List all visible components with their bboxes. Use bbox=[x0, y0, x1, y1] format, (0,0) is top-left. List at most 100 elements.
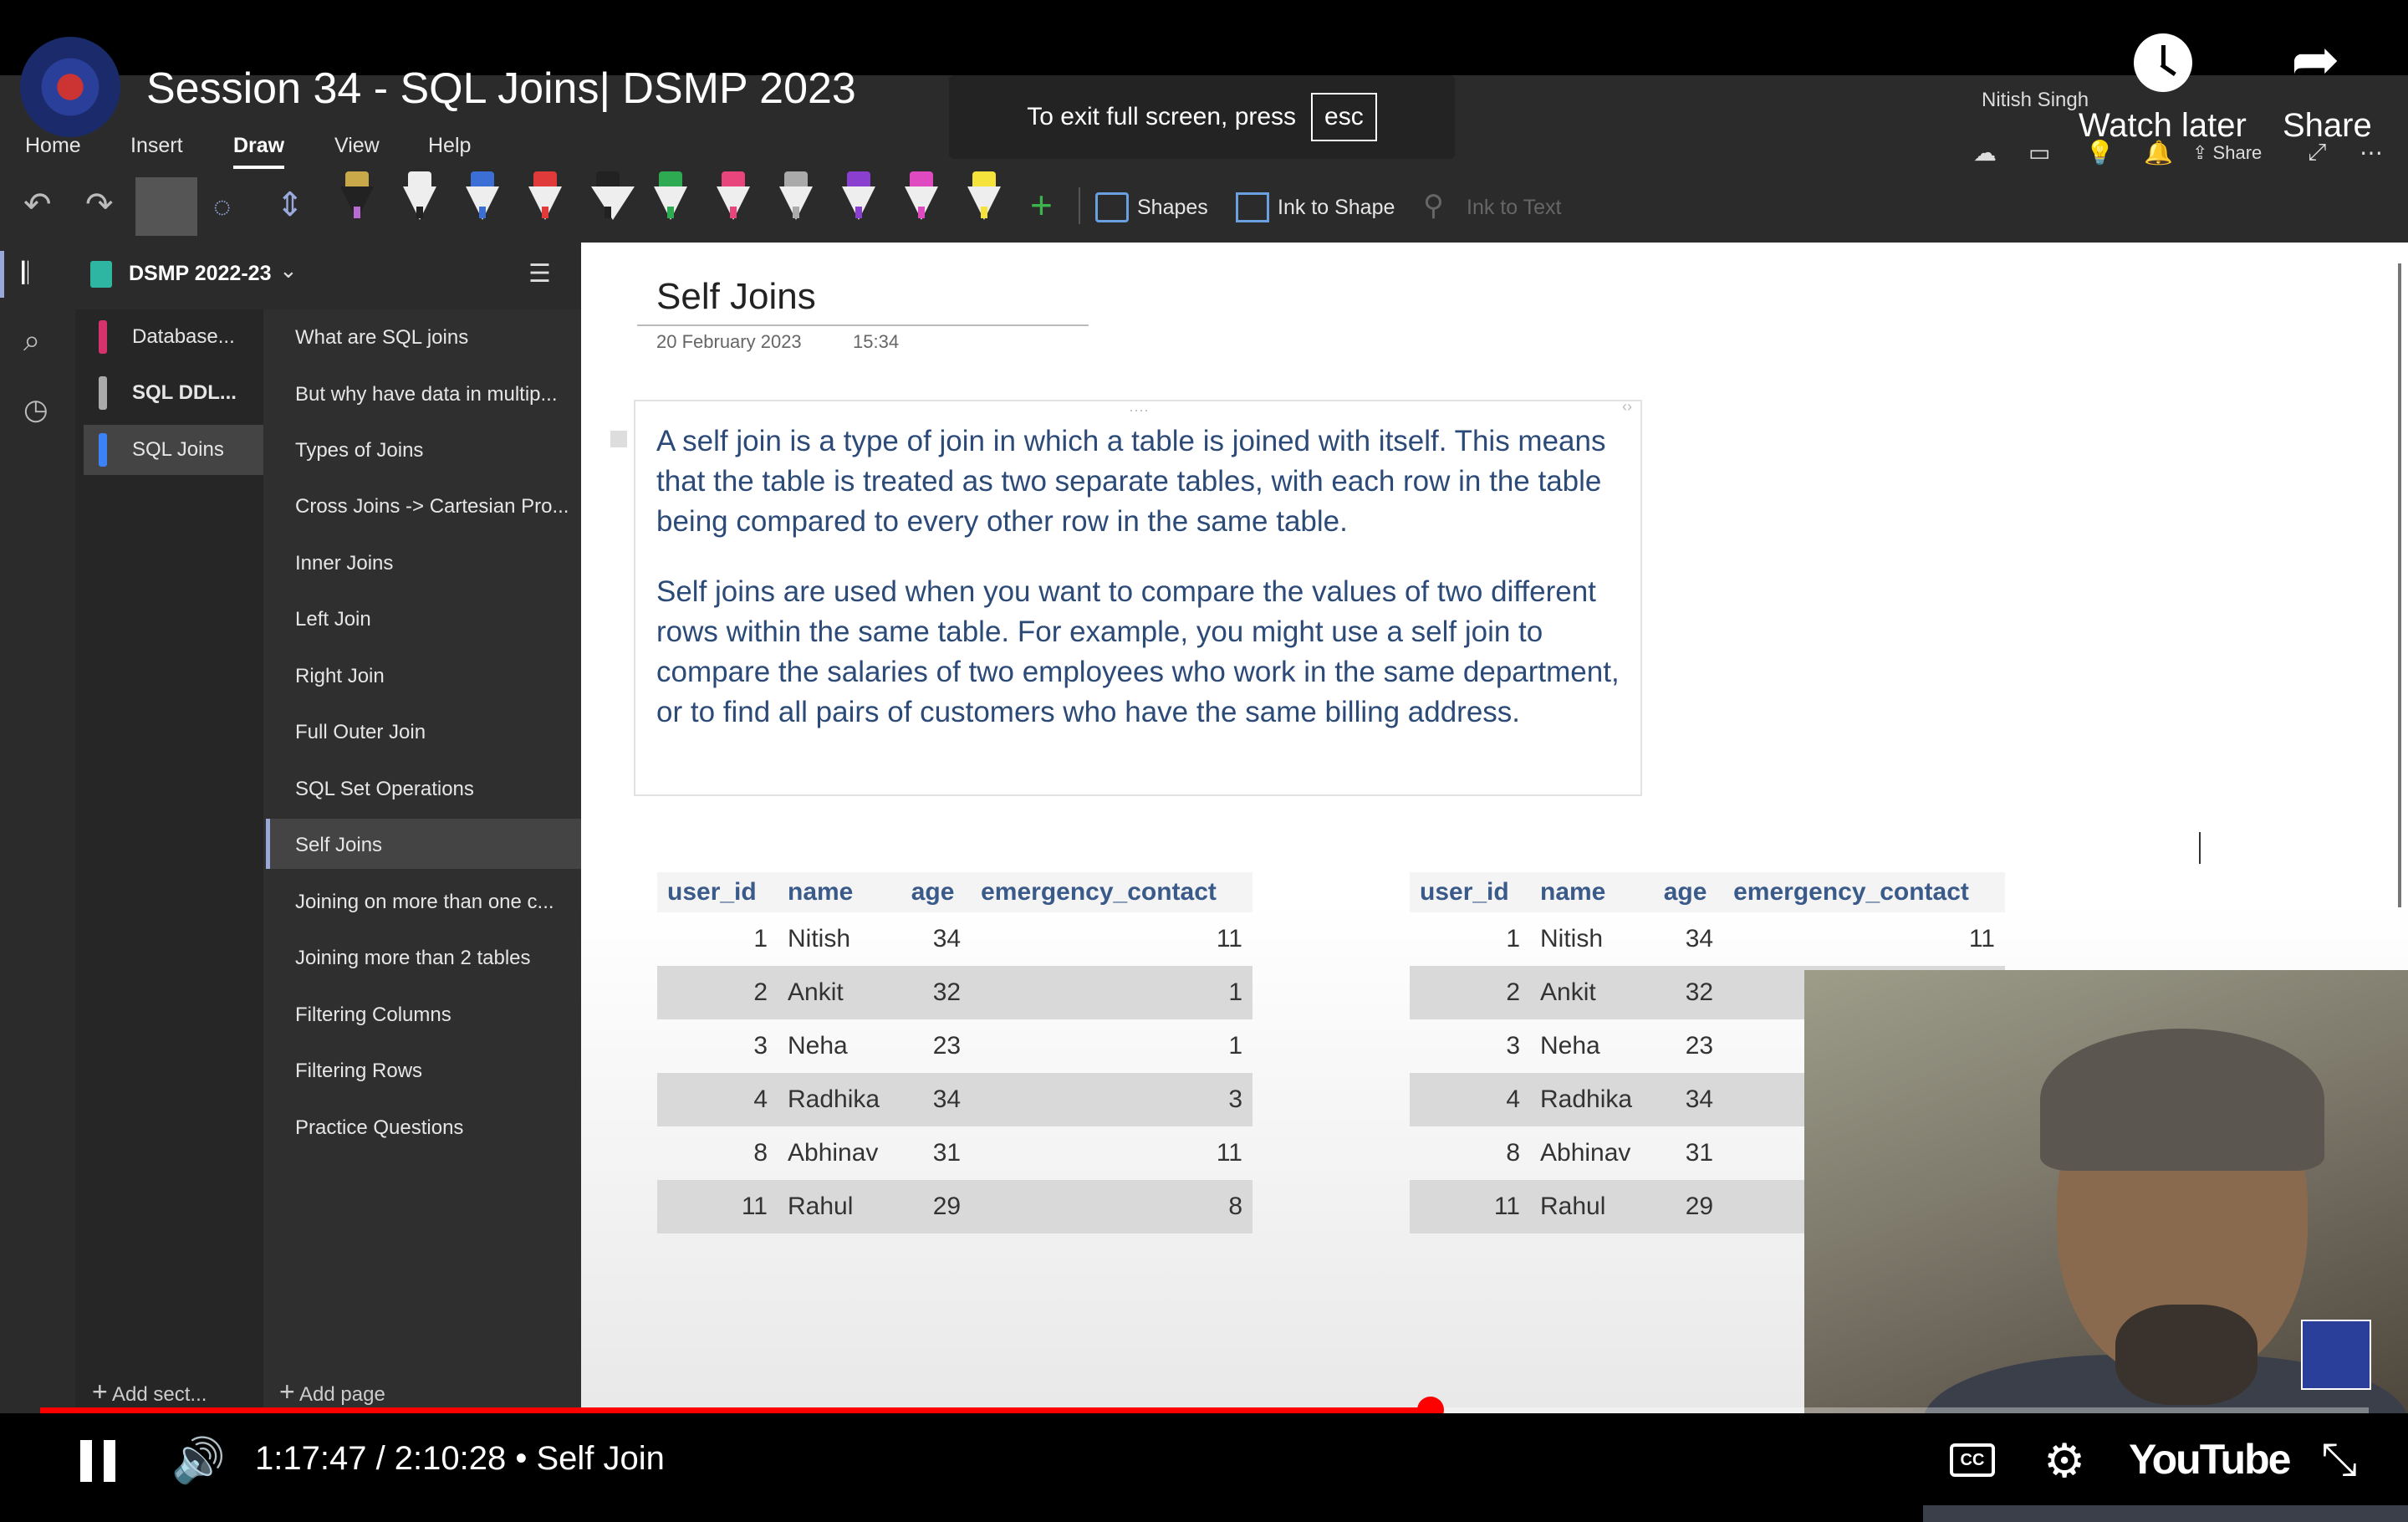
undo-icon[interactable]: ↶ bbox=[23, 186, 52, 224]
table-row: 1 Nitish 34 11 bbox=[657, 912, 1252, 966]
lasso-select-tool[interactable] bbox=[135, 177, 197, 236]
pause-icon[interactable] bbox=[104, 1440, 115, 1482]
pen-tool-1[interactable] bbox=[340, 171, 374, 223]
plus-icon: + bbox=[92, 1376, 108, 1407]
pen-tool-2[interactable] bbox=[403, 171, 436, 223]
pen-tool-3[interactable] bbox=[466, 171, 499, 223]
presenter-hair bbox=[2040, 1029, 2324, 1171]
add-page-button[interactable]: + Add page bbox=[279, 1376, 385, 1407]
lasso-icon[interactable]: ◌ bbox=[213, 189, 231, 224]
sync-icon[interactable]: ☁ bbox=[1973, 139, 1997, 166]
page-item[interactable]: SQL Set Operations bbox=[266, 763, 581, 813]
pen-tool-10[interactable] bbox=[905, 171, 938, 223]
video-title[interactable]: Session 34 - SQL Joins| DSMP 2023 bbox=[146, 64, 856, 114]
channel-avatar[interactable] bbox=[20, 37, 120, 137]
clock-icon[interactable] bbox=[2134, 33, 2192, 92]
page-item[interactable]: Full Outer Join bbox=[266, 706, 581, 756]
table-header-emergency-contact: emergency_contact bbox=[971, 872, 1252, 912]
highlighter-tool[interactable] bbox=[967, 171, 1001, 223]
page-label: But why have data in multip... bbox=[295, 383, 558, 406]
table-row: 4 Radhika 34 3 bbox=[657, 1073, 1252, 1126]
page-label: Practice Questions bbox=[295, 1116, 464, 1139]
pen-tool-5[interactable] bbox=[591, 171, 635, 223]
pen-tool-8[interactable] bbox=[779, 171, 813, 223]
resize-handle[interactable]: ‹› bbox=[1622, 398, 1632, 416]
page-item[interactable]: Types of Joins bbox=[266, 424, 581, 474]
notes-icon[interactable]: ▭ bbox=[2028, 139, 2050, 166]
tab-view[interactable]: View bbox=[334, 134, 380, 158]
tab-home[interactable]: Home bbox=[25, 134, 81, 158]
tab-help[interactable]: Help bbox=[428, 134, 471, 158]
section-label: Database... bbox=[132, 325, 235, 348]
page-item[interactable]: Cross Joins -> Cartesian Pro... bbox=[266, 480, 581, 530]
add-section-button[interactable]: + Add sect... bbox=[92, 1376, 207, 1407]
watch-later-label[interactable]: Watch later bbox=[2079, 107, 2247, 145]
search-icon[interactable]: ⌕ bbox=[23, 323, 40, 359]
channel-watermark[interactable] bbox=[2301, 1320, 2371, 1390]
volume-icon[interactable]: 🔊 bbox=[171, 1435, 226, 1486]
section-item-database[interactable]: Database... bbox=[84, 312, 263, 362]
fullscreen-hint: To exit full screen, press esc bbox=[949, 75, 1455, 159]
add-pen-icon[interactable]: + bbox=[1030, 182, 1053, 227]
pen-tool-7[interactable] bbox=[717, 171, 750, 223]
tab-insert[interactable]: Insert bbox=[130, 134, 183, 158]
page-item[interactable]: Practice Questions bbox=[266, 1101, 581, 1152]
table-header-name: name bbox=[778, 872, 901, 912]
youtube-logo[interactable]: YouTube bbox=[2129, 1435, 2291, 1484]
shapes-button[interactable]: Shapes bbox=[1137, 196, 1208, 220]
redo-icon[interactable]: ↷ bbox=[85, 186, 114, 224]
table-cell: 2 bbox=[657, 966, 778, 1019]
table-cell: 4 bbox=[1410, 1073, 1530, 1126]
page-item[interactable]: Filtering Rows bbox=[266, 1044, 581, 1095]
table-cell: Abhinav bbox=[1540, 1139, 1631, 1167]
page-item[interactable]: What are SQL joins bbox=[266, 311, 581, 361]
table-cell: 34 bbox=[1685, 925, 1714, 953]
pen-tool-9[interactable] bbox=[842, 171, 875, 223]
table-row: 3 Neha 23 1 bbox=[657, 1019, 1252, 1073]
share-button[interactable]: ⇪ Share bbox=[2192, 142, 2262, 164]
captions-icon[interactable]: CC bbox=[1950, 1443, 1995, 1477]
table-cell: 29 bbox=[900, 1180, 972, 1233]
page-item[interactable]: But why have data in multip... bbox=[266, 368, 581, 418]
page-item[interactable]: Left Join bbox=[266, 593, 581, 643]
table-cell: 32 bbox=[900, 966, 972, 1019]
pen-tool-4[interactable] bbox=[528, 171, 562, 223]
page-title[interactable]: Self Joins bbox=[656, 276, 816, 318]
page-item-active[interactable]: Self Joins bbox=[266, 819, 581, 869]
share-label[interactable]: Share bbox=[2283, 107, 2372, 145]
shapes-icon[interactable] bbox=[1095, 192, 1129, 222]
section-item-sql-joins[interactable]: SQL Joins bbox=[84, 425, 263, 475]
page-item[interactable]: Filtering Columns bbox=[266, 988, 581, 1039]
table-cell: 2 bbox=[1410, 966, 1530, 1019]
drag-handle[interactable]: ···· bbox=[1129, 401, 1149, 419]
note-paragraph-2[interactable]: Self joins are used when you want to com… bbox=[656, 572, 1639, 733]
tab-draw[interactable]: Draw bbox=[233, 134, 285, 169]
table-cell: Radhika bbox=[778, 1073, 901, 1126]
page-item[interactable]: Joining more than 2 tables bbox=[266, 932, 581, 982]
ink-to-shape-icon[interactable] bbox=[1236, 192, 1269, 222]
table-cell: 34 bbox=[900, 1073, 972, 1126]
paragraph-handle[interactable] bbox=[610, 431, 627, 447]
ink-to-shape-button[interactable]: Ink to Shape bbox=[1278, 196, 1395, 220]
settings-gear-icon[interactable]: ⚙ bbox=[2043, 1433, 2085, 1489]
chevron-down-icon[interactable]: ⌄ bbox=[279, 258, 298, 283]
page-label: Self Joins bbox=[295, 834, 383, 856]
section-item-sql-ddl[interactable]: SQL DDL... bbox=[84, 368, 263, 418]
page-item[interactable]: Inner Joins bbox=[266, 537, 581, 587]
users-table-left[interactable]: user_id name age emergency_contact 1 Nitish 3… bbox=[657, 872, 1252, 1233]
notebooks-icon[interactable]: 𝄃 bbox=[22, 256, 28, 292]
notebook-name[interactable]: DSMP 2022-23 bbox=[129, 262, 271, 286]
page-item[interactable]: Right Join bbox=[266, 650, 581, 700]
note-paragraph-1[interactable]: A self join is a type of join in which a… bbox=[656, 421, 1639, 542]
pen-tool-6[interactable] bbox=[654, 171, 687, 223]
scrollbar[interactable] bbox=[2398, 263, 2401, 907]
recent-icon[interactable]: ◷ bbox=[23, 393, 48, 426]
pause-bar-left[interactable] bbox=[80, 1440, 92, 1482]
share-arrow-icon[interactable]: ➦ bbox=[2291, 25, 2340, 94]
exit-fullscreen-icon[interactable]: ⤡ bbox=[2321, 1433, 2357, 1486]
add-space-icon[interactable]: ⇕ bbox=[276, 186, 304, 224]
page-label: Cross Joins -> Cartesian Pro... bbox=[295, 495, 569, 518]
table-header-name: name bbox=[1530, 872, 1654, 912]
sort-icon[interactable]: ☰ bbox=[528, 259, 551, 289]
page-item[interactable]: Joining on more than one c... bbox=[266, 876, 581, 926]
